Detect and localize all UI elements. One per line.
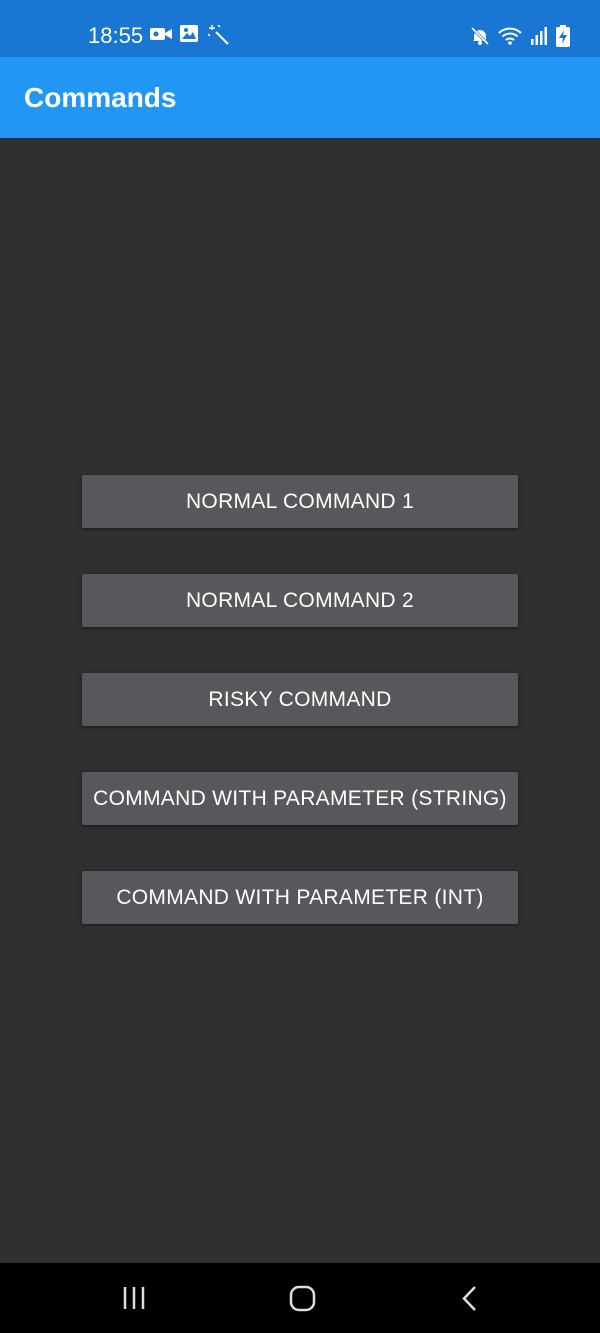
- image-icon: [180, 25, 200, 45]
- app-bar: Commands: [0, 57, 600, 138]
- status-right-icons: [470, 25, 570, 47]
- page-title: Commands: [24, 82, 177, 113]
- status-time: 18:55: [88, 23, 144, 48]
- recent-apps-icon[interactable]: [122, 1285, 148, 1311]
- normal-command-2-button[interactable]: NORMAL COMMAND 2: [82, 574, 518, 627]
- command-with-int-parameter-button[interactable]: COMMAND WITH PARAMETER (INT): [82, 871, 518, 924]
- status-left-icons: [150, 25, 230, 45]
- signal-icon: [530, 27, 548, 45]
- risky-command-button[interactable]: RISKY COMMAND: [82, 673, 518, 726]
- normal-command-1-button[interactable]: NORMAL COMMAND 1: [82, 475, 518, 528]
- magic-wand-icon: [208, 25, 230, 45]
- wifi-icon: [498, 26, 522, 46]
- video-icon: [150, 25, 172, 45]
- system-navigation-bar: [0, 1263, 600, 1333]
- home-icon[interactable]: [289, 1285, 316, 1312]
- command-with-string-parameter-button[interactable]: COMMAND WITH PARAMETER (STRING): [82, 772, 518, 825]
- mute-icon: [470, 26, 490, 46]
- main-content: NORMAL COMMAND 1 NORMAL COMMAND 2 RISKY …: [0, 138, 600, 1263]
- back-icon[interactable]: [460, 1285, 480, 1312]
- status-bar: 18:55: [0, 0, 600, 57]
- battery-charging-icon: [556, 25, 570, 47]
